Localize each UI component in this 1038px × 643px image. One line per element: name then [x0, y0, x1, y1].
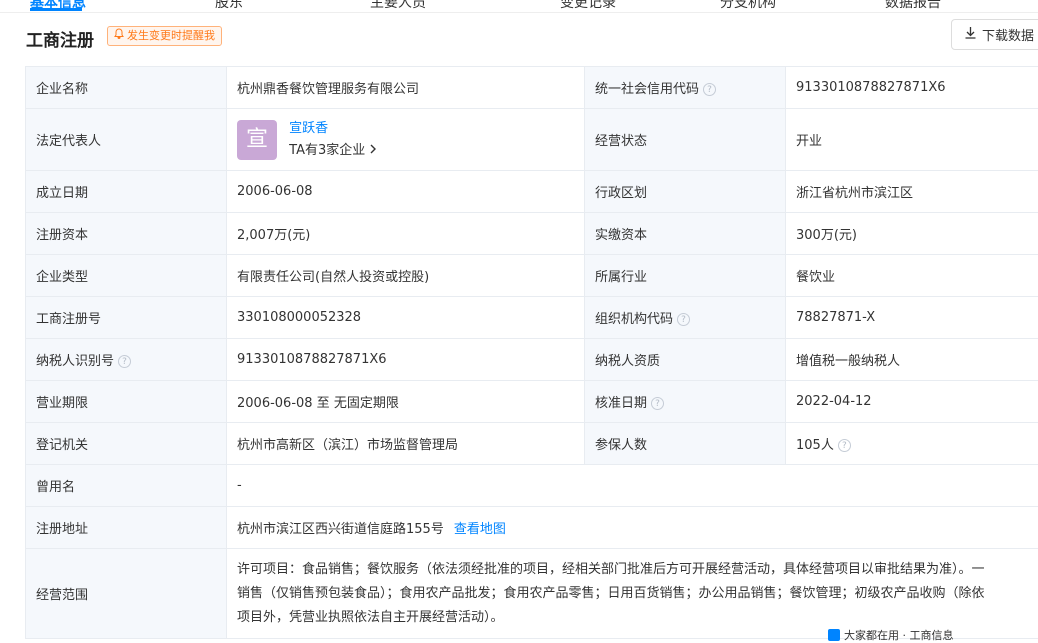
district-label: 行政区划 [585, 171, 786, 213]
taxpayer-id-label-cell: 纳税人识别号? [26, 339, 227, 381]
taxpayer-type-value: 增值税一般纳税人 [786, 339, 1038, 381]
paid-capital-value: 300万(元) [786, 213, 1038, 255]
approval-label-cell: 核准日期? [585, 381, 786, 423]
insured-cell: 105人? [786, 423, 1038, 465]
capital-value: 2,007万(元) [227, 213, 585, 255]
legal-rep-label: 法定代表人 [26, 109, 227, 171]
help-icon[interactable]: ? [677, 313, 690, 326]
help-icon[interactable]: ? [651, 397, 664, 410]
approval-label: 核准日期 [595, 396, 647, 411]
district-value: 浙江省杭州市滨江区 [786, 171, 1038, 213]
credit-code-value: 913301087882787​1X6 [786, 67, 1038, 109]
insured-label: 参保人数 [585, 423, 786, 465]
registration-table: 企业名称 杭州鼎香餐饮管理服务有限公司 统一社会信用代码? 9133010878… [25, 66, 1038, 639]
term-value: 2006-06-08 至 无固定期限 [227, 381, 585, 423]
avatar: 宣 [237, 120, 277, 160]
former-name-value: - [227, 465, 1038, 507]
term-label: 营业期限 [26, 381, 227, 423]
address-value: 杭州市滨江区西兴街道信庭路155号 [237, 522, 444, 537]
industry-label: 所属行业 [585, 255, 786, 297]
change-alert-label: 发生变更时提醒我 [127, 27, 215, 45]
tab-change-records[interactable]: 变更记录 [560, 0, 616, 12]
table-row: 法定代表人 宣 宣跃香 TA有3家企业 经营状态 开业 [26, 109, 1038, 171]
authority-value: 杭州市高新区（滨江）市场监督管理局 [227, 423, 585, 465]
taxpayer-id-value: 913301087882787​1X6 [227, 339, 585, 381]
top-nav: 基本信息 股东 主要人员 变更记录 分支机构 数据报告 [0, 0, 1038, 13]
rep-companies-link[interactable]: TA有3家企业 [289, 143, 377, 158]
table-row: 登记机关 杭州市高新区（滨江）市场监督管理局 参保人数 105人? [26, 423, 1038, 465]
table-row: 曾用名 - [26, 465, 1038, 507]
help-icon[interactable]: ? [703, 83, 716, 96]
credit-code-label: 统一社会信用代码 [595, 82, 699, 97]
approval-value: 2022-04-12 [786, 381, 1038, 423]
former-name-label: 曾用名 [26, 465, 227, 507]
company-type-value: 有限责任公司(自然人投资或控股) [227, 255, 585, 297]
org-code-value: 78827871-X [786, 297, 1038, 339]
scope-line: 项目外，凭营业执照依法自主开展经营活动）。 [237, 606, 1038, 630]
insured-value: 105人 [796, 438, 834, 453]
download-data-button[interactable]: 下载数据 [951, 19, 1038, 50]
authority-label: 登记机关 [26, 423, 227, 465]
industry-value: 餐饮业 [786, 255, 1038, 297]
scope-line: 销售（仅销售预包装食品）；食用农产品批发；食用农产品零售；日用百货销售；办公用品… [237, 582, 1038, 606]
taxpayer-id-label: 纳税人识别号 [36, 354, 114, 369]
table-row: 经营范围 许可项目：食品销售；餐饮服务（依法须经批准的项目，经相关部门批准后方可… [26, 549, 1038, 639]
change-alert-button[interactable]: 发生变更时提醒我 [107, 26, 222, 46]
org-code-label-cell: 组织机构代码? [585, 297, 786, 339]
tab-key-personnel[interactable]: 主要人员 [370, 0, 426, 12]
legal-rep-name-link[interactable]: 宣跃香 [289, 121, 328, 136]
section-title: 工商注册 [26, 26, 94, 51]
org-code-label: 组织机构代码 [595, 312, 673, 327]
reg-no-label: 工商注册号 [26, 297, 227, 339]
legal-rep-cell: 宣 宣跃香 TA有3家企业 [227, 109, 585, 171]
table-row: 注册地址 杭州市滨江区西兴街道信庭路155号查看地图 [26, 507, 1038, 549]
company-type-label: 企业类型 [26, 255, 227, 297]
floating-tip-label: 大家都在用 · 工商信息 [844, 627, 954, 643]
address-label: 注册地址 [26, 507, 227, 549]
tab-branches[interactable]: 分支机构 [720, 0, 776, 12]
floating-tip[interactable]: 大家都在用 · 工商信息 [828, 628, 954, 642]
reg-no-value: 330108000052328 [227, 297, 585, 339]
table-row: 营业期限 2006-06-08 至 无固定期限 核准日期? 2022-04-12 [26, 381, 1038, 423]
help-icon[interactable]: ? [838, 439, 851, 452]
download-icon [964, 26, 982, 43]
table-row: 企业类型 有限责任公司(自然人投资或控股) 所属行业 餐饮业 [26, 255, 1038, 297]
founded-label: 成立日期 [26, 171, 227, 213]
taxpayer-type-label: 纳税人资质 [585, 339, 786, 381]
tab-data-report[interactable]: 数据报告 [885, 0, 941, 12]
download-data-label: 下载数据 [982, 25, 1034, 44]
paid-capital-label: 实缴资本 [585, 213, 786, 255]
tab-shareholders[interactable]: 股东 [215, 0, 243, 12]
scope-value: 许可项目：食品销售；餐饮服务（依法须经批准的项目，经相关部门批准后方可开展经营活… [227, 549, 1038, 639]
chevron-right-icon [369, 143, 377, 158]
scope-line: 许可项目：食品销售；餐饮服务（依法须经批准的项目，经相关部门批准后方可开展经营活… [237, 558, 1038, 582]
capital-label: 注册资本 [26, 213, 227, 255]
view-map-link[interactable]: 查看地图 [454, 522, 506, 537]
founded-value: 2006-06-08 [227, 171, 585, 213]
scope-label: 经营范围 [26, 549, 227, 639]
status-value: 开业 [786, 109, 1038, 171]
app-icon [828, 629, 840, 641]
company-name-label: 企业名称 [26, 67, 227, 109]
table-row: 纳税人识别号? 913301087882787​1X6 纳税人资质 增值税一般纳… [26, 339, 1038, 381]
help-icon[interactable]: ? [118, 355, 131, 368]
status-label: 经营状态 [585, 109, 786, 171]
active-tab-indicator [30, 8, 82, 11]
table-row: 工商注册号 330108000052328 组织机构代码? 78827871-X [26, 297, 1038, 339]
table-row: 注册资本 2,007万(元) 实缴资本 300万(元) [26, 213, 1038, 255]
credit-code-label-cell: 统一社会信用代码? [585, 67, 786, 109]
rep-companies-label: TA有3家企业 [289, 143, 365, 158]
address-cell: 杭州市滨江区西兴街道信庭路155号查看地图 [227, 507, 1038, 549]
company-name-value: 杭州鼎香餐饮管理服务有限公司 [227, 67, 585, 109]
table-row: 企业名称 杭州鼎香餐饮管理服务有限公司 统一社会信用代码? 9133010878… [26, 67, 1038, 109]
table-row: 成立日期 2006-06-08 行政区划 浙江省杭州市滨江区 [26, 171, 1038, 213]
bell-icon [114, 27, 124, 45]
